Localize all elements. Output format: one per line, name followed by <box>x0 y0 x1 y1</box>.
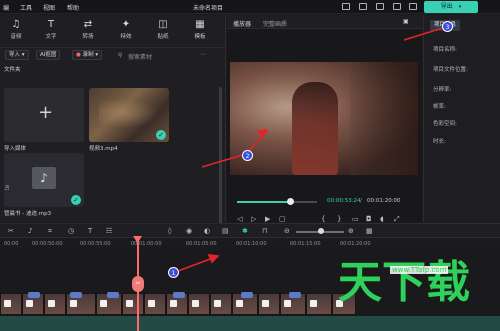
app-window: 编 工具 视图 帮助 未命名项目 导出 ▾ ♫ 音频 T 文字 ⇄ 转场 ✦ 特效 ◫ 贴纸… <box>0 0 500 331</box>
arrow-1 <box>177 257 214 272</box>
annotation-badge: 3 <box>442 21 453 32</box>
arrow-1-head <box>207 254 220 264</box>
annotation-badge: 1 <box>168 267 179 278</box>
arrow-2 <box>201 153 247 168</box>
watermark-url: www.TTafp.com <box>390 266 449 274</box>
annotation-badge: 2 <box>242 150 253 161</box>
watermark: 天下载 www.TTafp.com <box>330 248 500 331</box>
